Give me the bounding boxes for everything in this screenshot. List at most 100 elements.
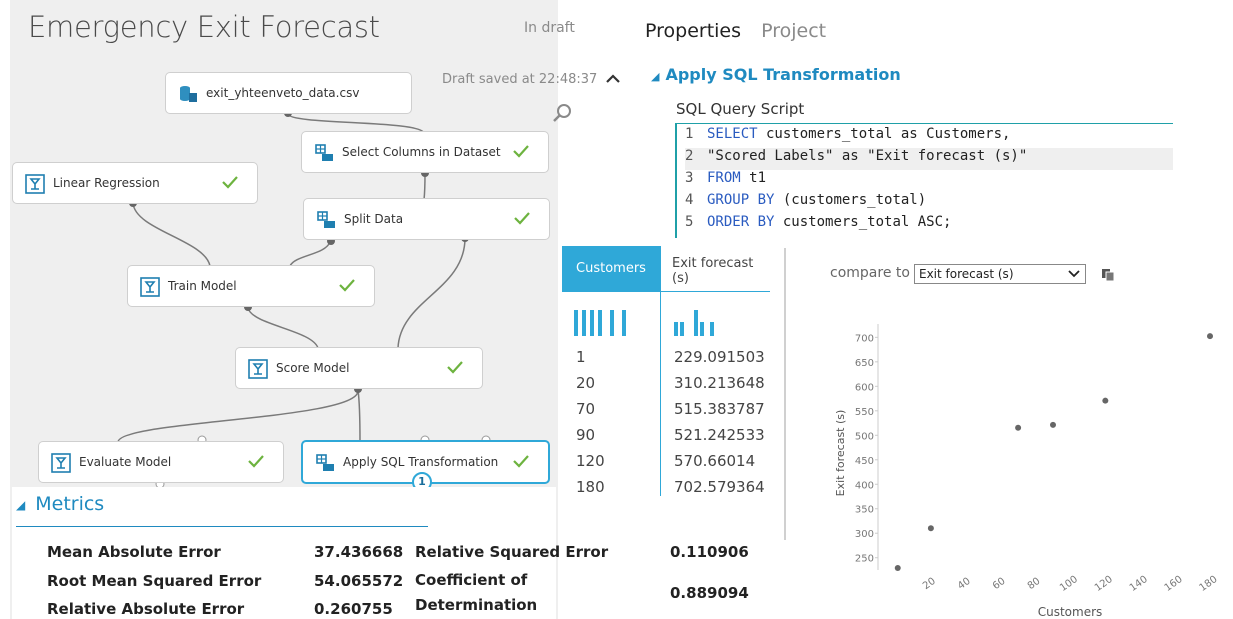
column-header-customers[interactable]: Customers: [562, 246, 660, 292]
check-icon: [513, 455, 529, 468]
node-label: Split Data: [344, 212, 404, 226]
x-tick-label: 120: [1093, 574, 1115, 594]
draft-status: In draft: [524, 20, 575, 36]
y-tick-label: 250: [855, 554, 874, 565]
x-tick-label: 40: [956, 576, 973, 592]
node-label: Train Model: [168, 279, 237, 293]
node-linear-regression[interactable]: Linear Regression: [12, 162, 258, 204]
scatter-points: [894, 333, 1213, 571]
table-header-rule: [660, 291, 770, 292]
y-tick-label: 350: [855, 505, 874, 516]
y-tick-label: 650: [855, 358, 874, 369]
table-cell: 702.579364: [674, 478, 765, 496]
model-icon: [25, 174, 45, 194]
y-tick-label: 450: [855, 456, 874, 467]
section-header[interactable]: ◢ Apply SQL Transformation: [651, 65, 901, 84]
compare-label: compare to: [830, 265, 910, 281]
node-label: Apply SQL Transformation: [343, 455, 499, 469]
table-cell: 90: [576, 426, 596, 444]
check-icon: [339, 279, 355, 292]
collapse-triangle-icon: ◢: [16, 497, 26, 512]
compare-dropdown[interactable]: Exit forecast (s): [914, 264, 1086, 284]
column-header-exit-forecast[interactable]: Exit forecast (s): [672, 256, 772, 286]
y-tick-label: 550: [855, 407, 874, 418]
scatter-point: [1102, 397, 1109, 404]
table-cell: 310.213648: [674, 374, 765, 392]
module-grid-icon: [315, 144, 333, 161]
node-score-model[interactable]: Score Model: [235, 347, 483, 389]
y-axis-ticks: 250 300 350 400 450 500 550 600 650 700: [855, 333, 878, 565]
collapse-triangle-icon: ◢: [651, 70, 660, 83]
module-grid-icon: [316, 454, 334, 471]
y-tick-label: 300: [855, 529, 874, 540]
metric-label: Determination: [415, 596, 538, 614]
y-tick-label: 600: [855, 382, 874, 393]
code-line: 5 ORDER BY customers_total ASC;: [685, 214, 952, 230]
tab-project[interactable]: Project: [761, 20, 826, 42]
node-split-data[interactable]: Split Data: [303, 198, 550, 240]
sql-editor[interactable]: 1 SELECT customers_total as Customers, 2 "…: [675, 123, 1173, 238]
check-icon: [447, 361, 463, 374]
properties-tabs: Properties Project: [645, 20, 826, 42]
section-title: Apply SQL Transformation: [665, 65, 901, 84]
node-label: Evaluate Model: [79, 455, 172, 469]
scatter-point: [927, 525, 934, 532]
draft-saved-time: Draft saved at 22:48:37: [442, 72, 598, 87]
node-label: Linear Regression: [53, 176, 160, 190]
metric-value: 0.260755: [314, 600, 393, 618]
sql-script-label: SQL Query Script: [676, 100, 805, 118]
panel-divider: [784, 248, 786, 540]
database-icon: [180, 86, 197, 102]
x-axis-ticks: 20 40 60 80 100 120 140 160 180: [921, 574, 1219, 594]
table-cell: 20: [576, 374, 596, 392]
scatter-point: [1050, 421, 1056, 428]
table-cell: 570.66014: [674, 452, 756, 470]
module-grid-icon: [317, 211, 335, 228]
x-tick-label: 20: [921, 576, 938, 592]
check-icon: [514, 212, 530, 225]
code-line: 4 GROUP BY (customers_total): [685, 192, 927, 208]
table-cell: 521.242533: [674, 426, 765, 444]
scatter-point: [894, 564, 901, 571]
x-axis-label: Customers: [1038, 605, 1103, 618]
histogram-exit-forecast: [674, 310, 714, 336]
metric-label: Mean Absolute Error: [47, 543, 221, 561]
x-tick-label: 160: [1163, 574, 1185, 594]
chevron-down-icon: [1068, 270, 1080, 278]
metric-label: Relative Absolute Error: [47, 600, 245, 618]
check-icon: [222, 176, 238, 189]
search-icon[interactable]: [551, 102, 573, 124]
node-evaluate-model[interactable]: Evaluate Model: [38, 441, 284, 483]
metric-label: Root Mean Squared Error: [47, 572, 262, 590]
metric-value: 0.889094: [670, 584, 749, 602]
compare-selected-value: Exit forecast (s): [919, 267, 1014, 281]
copy-icon[interactable]: [1101, 268, 1115, 282]
metric-label: Relative Squared Error: [415, 543, 609, 561]
y-tick-label: 500: [855, 431, 874, 442]
node-dataset[interactable]: exit_yhteenveto_data.csv: [165, 72, 412, 114]
tab-properties[interactable]: Properties: [645, 20, 741, 42]
metrics-header[interactable]: ◢ Metrics: [16, 493, 104, 515]
code-line: 3 FROM t1: [685, 170, 767, 186]
model-icon: [140, 277, 160, 297]
x-tick-label: 60: [991, 576, 1008, 592]
x-tick-label: 140: [1128, 574, 1150, 594]
node-label: Select Columns in Dataset: [342, 145, 501, 159]
scatter-point: [1207, 333, 1213, 340]
table-cell: 515.383787: [674, 400, 765, 418]
code-line: 2 "Scored Labels" as "Exit forecast (s)": [685, 148, 1173, 170]
check-icon: [248, 455, 264, 468]
x-tick-label: 180: [1198, 574, 1220, 594]
node-select-columns[interactable]: Select Columns in Dataset: [301, 131, 549, 173]
node-train-model[interactable]: Train Model: [127, 265, 375, 307]
column-divider: [660, 246, 661, 496]
caret-up-icon[interactable]: [604, 70, 622, 88]
y-axis-label: Exit forecast (s): [834, 410, 847, 497]
experiment-title: Emergency Exit Forecast: [28, 10, 380, 44]
node-label: exit_yhteenveto_data.csv: [206, 86, 360, 100]
y-tick-label: 700: [855, 333, 874, 344]
table-cell: 180: [576, 478, 605, 496]
model-icon: [248, 359, 268, 379]
x-tick-label: 80: [1026, 576, 1043, 592]
metric-value: 0.110906: [670, 543, 749, 561]
